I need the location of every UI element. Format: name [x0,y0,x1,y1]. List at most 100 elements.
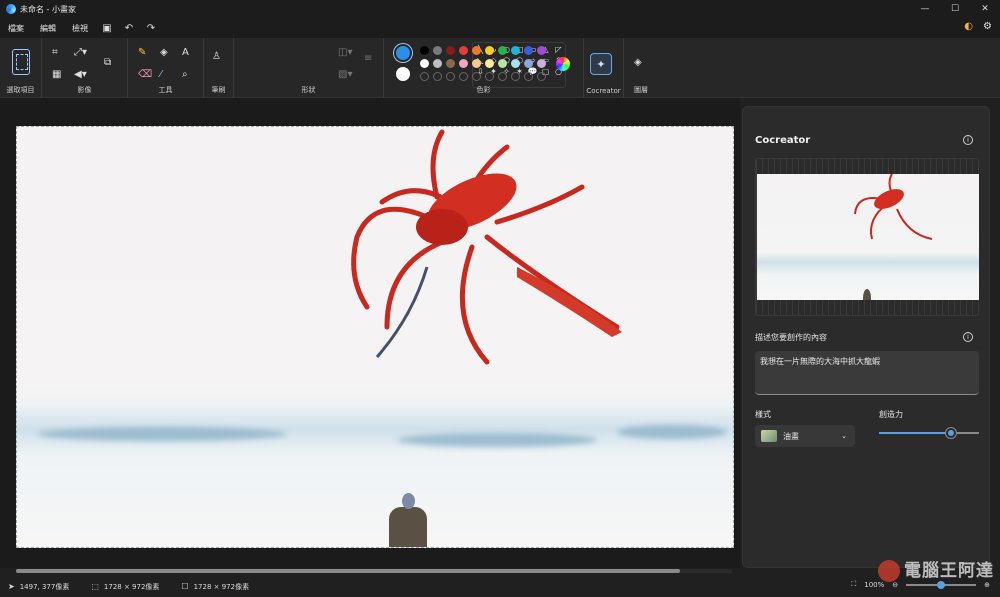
color-swatch[interactable] [511,59,520,68]
maximize-button[interactable]: ☐ [940,0,970,18]
custom-color-slot[interactable] [420,72,429,81]
minimize-button[interactable]: — [910,0,940,18]
color-swatch[interactable] [459,59,468,68]
secondary-color-swatch[interactable] [396,67,410,81]
color-swatch[interactable] [446,46,455,55]
color-swatch[interactable] [420,59,429,68]
magnifier-icon[interactable]: ⌕ [182,68,188,82]
account-icon[interactable]: ◐ [964,21,973,32]
zoom-slider[interactable] [906,580,977,589]
fill-icon[interactable]: ◈ [160,46,168,60]
generated-thumbnail[interactable] [757,174,979,300]
custom-color-slot[interactable] [524,72,533,81]
menu-file[interactable]: 檔案 [0,23,32,34]
eraser-icon[interactable]: ⌫ [138,68,152,82]
canvas-size-icon: ☐ [181,582,189,591]
brush-icon[interactable]: ♙ [212,50,221,64]
primary-color-swatch[interactable] [396,46,410,60]
slider-knob[interactable] [946,428,956,438]
color-swatch[interactable] [485,59,494,68]
image-group-label: 影像 [77,86,92,94]
color-swatch[interactable] [485,46,494,55]
brushes-group: ♙ 筆刷 [204,38,234,98]
watermark-logo: 電腦王阿達 [878,556,994,582]
color-swatch[interactable] [433,59,442,68]
drawing-canvas[interactable] [16,126,734,548]
undo-icon[interactable]: ↶ [118,23,140,34]
style-thumbnail-icon [761,430,777,442]
select-group-label: 選取項目 [6,86,35,94]
menu-view[interactable]: 檢視 [64,23,96,34]
style-dropdown[interactable]: 油畫 ⌄ [755,425,855,447]
canvas-size: ☐ 1728 × 972像素 [181,582,249,592]
slider-fill [879,432,951,434]
color-swatch[interactable] [498,46,507,55]
resize-icon[interactable]: ⤢▾ [74,46,87,60]
custom-color-slot[interactable] [498,72,507,81]
edit-colors-icon[interactable] [556,57,570,71]
color-swatch[interactable] [472,46,481,55]
color-swatch[interactable] [459,46,468,55]
thumbnail-lobster [854,174,933,300]
menu-edit[interactable]: 編輯 [32,23,64,34]
size-icon[interactable]: ≡ [364,52,372,66]
close-button[interactable]: ✕ [970,0,1000,18]
shapes-group-label: 形狀 [301,86,316,94]
color-swatch[interactable] [511,46,520,55]
custom-color-slot[interactable] [446,72,455,81]
style-label: 樣式 [755,410,771,419]
cursor-position: ➤ 1497, 377像素 [8,582,69,592]
horizontal-scrollbar[interactable] [16,569,732,573]
cocreator-panel: Cocreator i 描述您要創作的內容 i 我想在一片無際的大海中抓大龍蝦 … [742,106,990,568]
select-area-icon[interactable]: ▦ [52,68,61,82]
select-icon[interactable] [12,49,30,75]
menu-bar: 檔案 編輯 檢視 ▣ ↶ ↷ ◐ ⚙ [0,18,1000,38]
settings-gear-icon[interactable]: ⚙ [983,21,992,32]
cocreator-group: ✦ Cocreator [584,38,624,98]
tools-group-label: 工具 [158,86,173,94]
color-swatch[interactable] [446,59,455,68]
color-swatch[interactable] [472,59,481,68]
custom-color-slot[interactable] [485,72,494,81]
selection-size-text: 1728 × 972像素 [103,582,160,591]
status-bar: ➤ 1497, 377像素 ⬚ 1728 × 972像素 ☐ 1728 × 972像素… [0,560,1000,597]
layers-icon[interactable]: ◈ [634,56,642,70]
info-icon[interactable]: i [963,135,973,145]
watermark-text: 電腦王阿達 [904,561,994,581]
custom-color-slot[interactable] [537,72,546,81]
fit-to-window-icon[interactable]: ⛶ [851,580,856,589]
generated-image-gallery[interactable] [755,158,979,316]
redo-icon[interactable]: ↷ [140,23,162,34]
remove-background-icon[interactable]: ⧉ [104,56,111,70]
custom-color-slot[interactable] [459,72,468,81]
window-title: 未命名 - 小畫家 [20,4,76,14]
prompt-label: 描述您要創作的內容 [755,333,827,342]
custom-color-slot[interactable] [472,72,481,81]
color-swatch[interactable] [524,59,533,68]
color-swatch[interactable] [537,46,546,55]
pencil-icon[interactable]: ✎ [138,46,146,60]
custom-color-slot[interactable] [511,72,520,81]
colors-group-label: 色彩 [476,86,491,94]
custom-color-slot[interactable] [433,72,442,81]
color-swatch[interactable] [498,59,507,68]
prompt-info-icon[interactable]: i [963,332,973,342]
text-icon[interactable]: A [182,46,189,60]
color-swatch[interactable] [420,46,429,55]
outline-icon[interactable]: ◫▾ [338,46,352,60]
chevron-down-icon: ⌄ [841,432,847,440]
creativity-slider[interactable] [879,428,979,438]
save-icon[interactable]: ▣ [96,23,118,34]
color-swatch[interactable] [433,46,442,55]
paint-app-icon [6,4,16,14]
shape-fill-icon[interactable]: ▧▾ [338,68,352,82]
brushes-group-label: 筆刷 [211,86,226,94]
prompt-textbox[interactable]: 我想在一片無際的大海中抓大龍蝦 [755,351,979,395]
scrollbar-thumb[interactable] [16,569,680,573]
color-picker-icon[interactable]: ⁄ [160,68,162,82]
cocreator-button[interactable]: ✦ [590,53,612,75]
color-swatch[interactable] [537,59,546,68]
crop-icon[interactable]: ⌗ [52,46,58,60]
color-swatch[interactable] [524,46,533,55]
rotate-icon[interactable]: ◀▾ [74,68,87,82]
